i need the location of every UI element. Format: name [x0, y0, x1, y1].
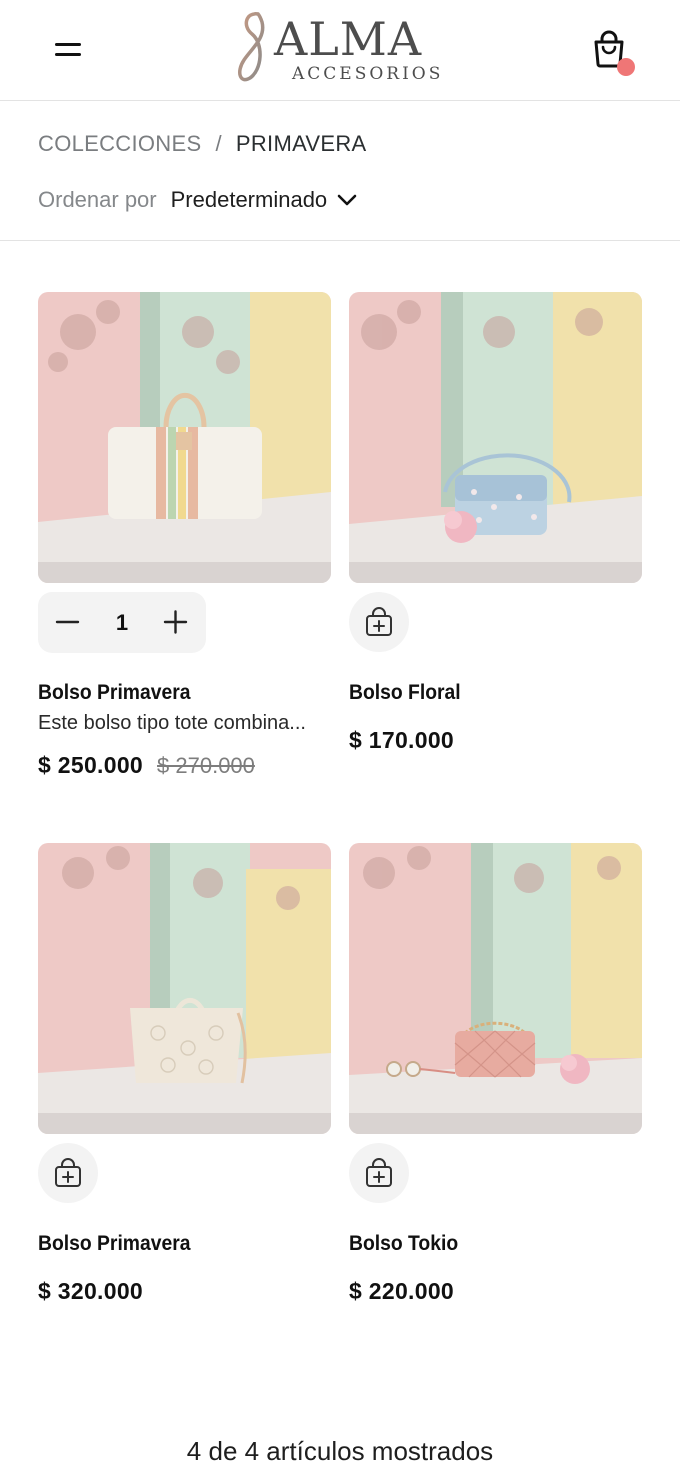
brand-tagline: ACCESORIOS [292, 64, 444, 84]
decrease-quantity-button[interactable] [38, 592, 96, 653]
brand-name: ALMA [274, 12, 423, 66]
product-image[interactable] [38, 292, 331, 583]
logo-mark [238, 12, 265, 82]
hamburger-icon [55, 43, 81, 46]
add-to-bag-icon [55, 1158, 81, 1187]
price-row: $ 250.000 $ 270.000 [38, 752, 255, 779]
plus-icon [163, 610, 188, 634]
product-price: $ 220.000 [349, 1278, 455, 1304]
add-to-cart-button[interactable] [38, 1143, 98, 1203]
quantity-stepper: 1 [38, 592, 206, 653]
breadcrumb: COLECCIONES / PRIMAVERA [38, 131, 367, 157]
product-description: Este bolso tipo tote combina... [38, 712, 306, 734]
product-image[interactable] [38, 843, 331, 1134]
menu-button[interactable] [52, 36, 84, 64]
product-price: $ 320.000 [38, 1278, 144, 1304]
quantity-value: 1 [115, 610, 129, 635]
site-header: ALMA ACCESORIOS [0, 0, 680, 101]
chevron-down-icon [337, 194, 357, 206]
product-price: $ 250.000 [38, 752, 144, 778]
brand-logo[interactable]: ALMA ACCESORIOS [232, 8, 448, 90]
add-to-cart-button[interactable] [349, 1143, 409, 1203]
add-to-bag-icon [366, 607, 392, 636]
price-row: $ 170.000 [349, 727, 454, 754]
results-count: 4 de 4 artículos mostrados [186, 1436, 494, 1466]
cart-button[interactable] [592, 30, 638, 78]
product-photo [38, 292, 331, 583]
add-to-bag-icon [366, 1158, 392, 1187]
product-name[interactable]: Bolso Tokio [349, 1232, 458, 1256]
minus-icon [55, 620, 80, 624]
product-photo [349, 292, 642, 583]
breadcrumb-current: PRIMAVERA [235, 131, 367, 156]
product-name[interactable]: Bolso Primavera [38, 1232, 190, 1256]
breadcrumb-colecciones-link[interactable]: COLECCIONES [38, 131, 201, 156]
increase-quantity-button[interactable] [148, 592, 206, 653]
product-card: 1 Bolso Primavera Este bolso tipo tote c… [38, 292, 331, 778]
product-card: Bolso Floral $ 170.000 [349, 292, 642, 753]
product-image[interactable] [349, 292, 642, 583]
product-price: $ 170.000 [349, 727, 455, 753]
sort-label: Ordenar por [38, 187, 157, 212]
add-to-cart-button[interactable] [349, 592, 409, 652]
sort-control: Ordenar por Predeterminado [38, 187, 357, 213]
breadcrumb-separator: / [215, 131, 222, 156]
price-row: $ 320.000 [38, 1278, 143, 1305]
product-name[interactable]: Bolso Floral [349, 681, 461, 705]
product-card: Bolso Primavera $ 320.000 [38, 843, 331, 1304]
divider [0, 240, 680, 241]
product-card: Bolso Tokio $ 220.000 [349, 843, 642, 1304]
sort-value: Predeterminado [170, 187, 328, 212]
price-row: $ 220.000 [349, 1278, 454, 1305]
product-photo [349, 843, 642, 1134]
sort-dropdown[interactable]: Predeterminado [171, 187, 358, 213]
cart-badge [617, 58, 635, 76]
product-photo [38, 843, 331, 1134]
product-name[interactable]: Bolso Primavera [38, 681, 190, 705]
product-old-price: $ 270.000 [157, 753, 255, 778]
product-image[interactable] [349, 843, 642, 1134]
